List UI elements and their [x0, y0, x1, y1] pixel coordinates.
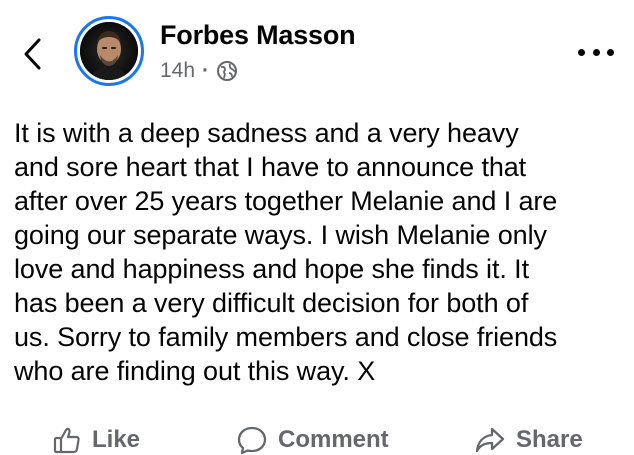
avatar: [80, 22, 138, 80]
globe-icon[interactable]: [216, 60, 238, 82]
post-actions: Like Comment Share: [0, 420, 634, 455]
comment-label: Comment: [278, 426, 389, 453]
more-dot: [607, 48, 614, 56]
speech-bubble-icon: [236, 425, 268, 455]
share-button[interactable]: Share: [474, 420, 583, 455]
comment-button[interactable]: Comment: [236, 420, 389, 455]
more-dot: [578, 48, 585, 56]
chevron-left-icon: [24, 38, 41, 70]
like-label: Like: [92, 426, 141, 453]
meta-separator: ·: [202, 59, 210, 82]
post-meta: 14h ·: [160, 58, 238, 84]
like-button[interactable]: Like: [52, 420, 140, 455]
post-timestamp[interactable]: 14h: [160, 59, 195, 83]
author-avatar[interactable]: [74, 16, 144, 86]
more-options-button[interactable]: [578, 40, 614, 64]
back-button[interactable]: [18, 34, 48, 74]
thumbs-up-icon: [52, 425, 82, 455]
author-name[interactable]: Forbes Masson: [160, 20, 356, 51]
facebook-post: Forbes Masson 14h · It is with a deep sa…: [0, 0, 634, 455]
post-text: It is with a deep sadness and a very hea…: [14, 118, 558, 386]
share-label: Share: [516, 426, 583, 453]
more-dot: [592, 48, 600, 56]
share-arrow-icon: [474, 425, 506, 455]
